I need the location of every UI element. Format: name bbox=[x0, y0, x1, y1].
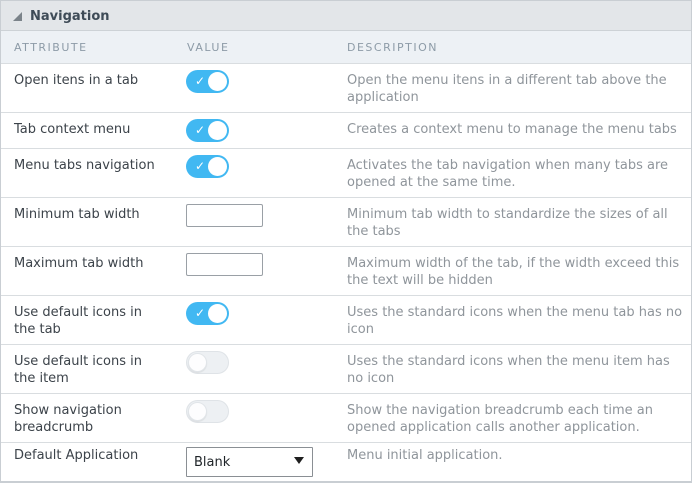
value-cell bbox=[174, 247, 334, 295]
value-cell: ✓ bbox=[174, 113, 334, 148]
value-cell: ✓ bbox=[174, 149, 334, 197]
description-text: Creates a context menu to manage the men… bbox=[347, 122, 677, 137]
maximum-tab-width-input[interactable] bbox=[186, 253, 263, 276]
table-row: Tab context menu ✓ Creates a context menu … bbox=[1, 113, 691, 149]
description-text: Open the menu itens in a different tab a… bbox=[347, 73, 667, 105]
settings-rows: Open itens in a tab ✓ Open the menu itens … bbox=[1, 64, 691, 482]
table-row: Minimum tab width Minimum tab width to st… bbox=[1, 198, 691, 247]
attribute-label-maximum-tab-width: Maximum tab width bbox=[14, 256, 144, 271]
minimum-tab-width-input[interactable] bbox=[186, 204, 263, 227]
toggle-check-icon: ✓ bbox=[195, 123, 206, 137]
description-text: Menu initial application. bbox=[347, 448, 503, 463]
attribute-label-open-itens-in-a-tab: Open itens in a tab bbox=[14, 73, 139, 88]
table-row: Use default icons in the item ✓ Uses the s… bbox=[1, 345, 691, 394]
toggle-check-icon: ✓ bbox=[195, 74, 206, 88]
panel-header[interactable]: Navigation bbox=[1, 1, 691, 31]
value-cell: ✓ bbox=[174, 394, 334, 442]
table-row: Open itens in a tab ✓ Open the menu itens … bbox=[1, 64, 691, 113]
value-cell: ✓ bbox=[174, 345, 334, 393]
menu-tabs-navigation-toggle[interactable]: ✓ bbox=[186, 155, 229, 178]
table-row: Menu tabs navigation ✓ Activates the tab n… bbox=[1, 149, 691, 198]
panel-title: Navigation bbox=[30, 8, 110, 24]
column-header-value: VALUE bbox=[187, 41, 230, 54]
default-application-select[interactable]: Blank bbox=[186, 447, 313, 477]
open-itens-in-a-tab-toggle[interactable]: ✓ bbox=[186, 70, 229, 93]
toggle-check-icon: ✓ bbox=[195, 159, 206, 173]
column-header-description: DESCRIPTION bbox=[347, 41, 438, 54]
use-default-icons-in-the-tab-toggle[interactable]: ✓ bbox=[186, 302, 229, 325]
table-row: Show navigation breadcrumb ✓ Show the navi… bbox=[1, 394, 691, 443]
tab-context-menu-toggle[interactable]: ✓ bbox=[186, 119, 229, 142]
description-text: Maximum width of the tab, if the width e… bbox=[347, 256, 680, 288]
show-navigation-breadcrumb-toggle[interactable]: ✓ bbox=[186, 400, 229, 423]
toggle-knob bbox=[188, 402, 207, 421]
column-header-attribute: ATTRIBUTE bbox=[14, 41, 88, 54]
toggle-knob bbox=[188, 353, 207, 372]
description-text: Activates the tab navigation when many t… bbox=[347, 158, 669, 190]
attribute-label-show-navigation-breadcrumb: Show navigation breadcrumb bbox=[14, 403, 122, 435]
toggle-knob bbox=[208, 72, 227, 91]
attribute-label-default-application: Default Application bbox=[14, 448, 139, 463]
description-text: Show the navigation breadcrumb each time… bbox=[347, 403, 653, 435]
table-header-row: ATTRIBUTE VALUE DESCRIPTION bbox=[1, 31, 691, 64]
toggle-check-icon: ✓ bbox=[195, 306, 206, 320]
use-default-icons-in-the-item-toggle[interactable]: ✓ bbox=[186, 351, 229, 374]
attribute-label-use-default-icons-in-the-item: Use default icons in the item bbox=[14, 354, 143, 386]
description-text: Minimum tab width to standardize the siz… bbox=[347, 207, 668, 239]
value-cell: Blank bbox=[174, 443, 334, 481]
select-wrapper: Blank bbox=[186, 447, 313, 477]
attribute-label-use-default-icons-in-the-tab: Use default icons in the tab bbox=[14, 305, 143, 337]
description-text: Uses the standard icons when the menu it… bbox=[347, 354, 670, 386]
table-row: Use default icons in the tab ✓ Uses the st… bbox=[1, 296, 691, 345]
collapse-triangle-icon bbox=[13, 12, 22, 21]
toggle-knob bbox=[208, 304, 227, 323]
table-row: Default Application Blank Menu initial app… bbox=[1, 443, 691, 482]
attribute-label-menu-tabs-navigation: Menu tabs navigation bbox=[14, 158, 155, 173]
value-cell: ✓ bbox=[174, 296, 334, 344]
attribute-label-tab-context-menu: Tab context menu bbox=[14, 122, 131, 137]
description-text: Uses the standard icons when the menu ta… bbox=[347, 305, 683, 337]
navigation-settings-panel: Navigation ATTRIBUTE VALUE DESCRIPTION O… bbox=[0, 0, 692, 483]
toggle-knob bbox=[208, 157, 227, 176]
value-cell bbox=[174, 198, 334, 246]
toggle-knob bbox=[208, 121, 227, 140]
value-cell: ✓ bbox=[174, 64, 334, 112]
attribute-label-minimum-tab-width: Minimum tab width bbox=[14, 207, 140, 222]
table-row: Maximum tab width Maximum width of the ta… bbox=[1, 247, 691, 296]
